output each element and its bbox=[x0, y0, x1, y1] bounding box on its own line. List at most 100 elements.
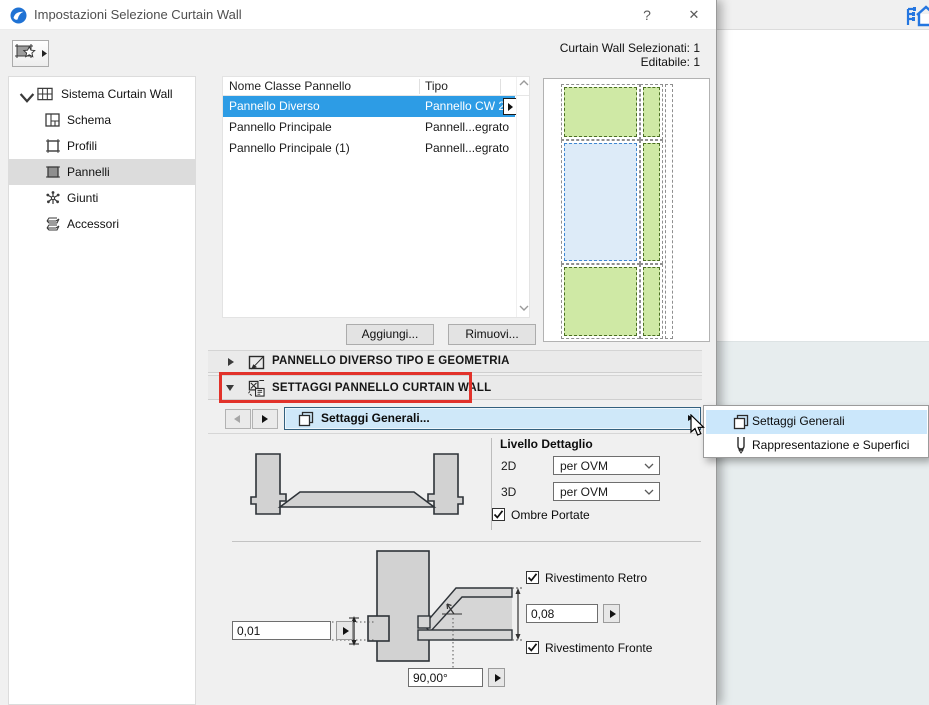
favorites-button[interactable] bbox=[12, 40, 49, 67]
sidebar-item-accessori[interactable]: Accessori bbox=[9, 211, 195, 237]
front-coating-label: Rivestimento Fronte bbox=[545, 641, 652, 655]
cell-name: Pannello Principale (1) bbox=[229, 138, 350, 159]
panel-class-table: Nome Classe Pannello Tipo Pannello Diver… bbox=[222, 76, 530, 318]
shadows-label: Ombre Portate bbox=[511, 508, 590, 522]
preview-frame-edge bbox=[665, 84, 673, 339]
sidebar-item-giunti[interactable]: Giunti bbox=[9, 185, 195, 211]
sidebar-item-pannelli[interactable]: Pannelli bbox=[9, 159, 195, 185]
panel-page-icon bbox=[733, 414, 749, 430]
add-button[interactable]: Aggiungi... bbox=[346, 324, 434, 345]
divider bbox=[232, 541, 701, 542]
detail-2d-dropdown[interactable]: per OVM bbox=[553, 456, 660, 475]
scroll-up-icon[interactable] bbox=[519, 80, 529, 86]
sidebar-tree: Sistema Curtain Wall Schema Profili bbox=[8, 76, 196, 705]
screen: Impostazioni Selezione Curtain Wall ? ✕ … bbox=[0, 0, 929, 705]
table-scrollbar[interactable] bbox=[516, 77, 530, 317]
status-editable: Editabile: 1 bbox=[400, 55, 700, 69]
check-icon bbox=[493, 509, 504, 520]
settings-page-selector[interactable]: Settaggi Generali... bbox=[284, 407, 701, 430]
preview-panel-green bbox=[643, 143, 660, 261]
mouse-cursor bbox=[688, 414, 705, 439]
remove-button[interactable]: Rimuovi... bbox=[448, 324, 536, 345]
curtain-wall-system-icon bbox=[37, 86, 53, 102]
label-3d: 3D bbox=[501, 485, 516, 499]
angle-flyout-button[interactable] bbox=[488, 668, 505, 687]
edge-offset-input[interactable] bbox=[232, 621, 331, 640]
label-2d: 2D bbox=[501, 459, 516, 473]
dialog-titlebar[interactable]: Impostazioni Selezione Curtain Wall ? ✕ bbox=[0, 0, 716, 30]
column-divider[interactable] bbox=[500, 79, 501, 94]
menu-item-label: Rappresentazione e Superfici bbox=[752, 438, 909, 452]
front-coating-checkbox[interactable] bbox=[526, 641, 539, 654]
schema-icon bbox=[45, 112, 61, 128]
detail-level-title: Livello Dettaglio bbox=[500, 437, 593, 451]
sidebar-item-sistema-curtain-wall[interactable]: Sistema Curtain Wall bbox=[9, 81, 195, 107]
surface-pen-icon bbox=[735, 436, 747, 454]
angle-input[interactable] bbox=[408, 668, 483, 687]
dialog-title: Impostazioni Selezione Curtain Wall bbox=[34, 0, 242, 30]
divider bbox=[208, 433, 702, 434]
panel-page-icon bbox=[298, 411, 314, 427]
preview-panel-green bbox=[564, 267, 637, 336]
row-flyout-button[interactable] bbox=[503, 98, 517, 115]
back-coating-label: Rivestimento Retro bbox=[545, 571, 647, 585]
giunti-icon bbox=[45, 190, 61, 206]
detail-3d-dropdown[interactable]: per OVM bbox=[553, 482, 660, 501]
panel-joint-diagram bbox=[330, 548, 530, 680]
column-header-name[interactable]: Nome Classe Pannello bbox=[229, 79, 351, 93]
profili-icon bbox=[45, 138, 61, 154]
coating-thickness-flyout-button[interactable] bbox=[603, 604, 620, 623]
chevron-down-icon bbox=[644, 489, 654, 495]
coating-thickness-input[interactable] bbox=[526, 604, 598, 623]
preview-panel-green bbox=[643, 87, 660, 137]
background-toolbar bbox=[716, 0, 929, 30]
close-button[interactable]: ✕ bbox=[677, 0, 711, 30]
table-row[interactable]: Pannello Principale Pannell...egrato bbox=[223, 117, 515, 138]
app-logo-icon bbox=[10, 7, 27, 24]
panel-section-diagram bbox=[232, 444, 482, 532]
table-row[interactable]: Pannello Principale (1) Pannell...egrato bbox=[223, 138, 515, 159]
menu-item-rappresentazione[interactable]: Rappresentazione e Superfici bbox=[706, 434, 927, 456]
help-button[interactable]: ? bbox=[630, 0, 664, 30]
scroll-down-icon[interactable] bbox=[519, 305, 529, 311]
section-label: PANNELLO DIVERSO TIPO E GEOMETRIA bbox=[272, 355, 510, 367]
geometry-section-icon bbox=[248, 354, 265, 371]
menu-item-settaggi-generali[interactable]: Settaggi Generali bbox=[706, 410, 927, 434]
background-canvas-lower bbox=[716, 341, 929, 705]
dropdown-value: per OVM bbox=[560, 485, 608, 499]
status-selected: Curtain Wall Selezionati: 1 bbox=[400, 41, 700, 55]
preview-panel-green bbox=[564, 87, 637, 137]
column-header-type[interactable]: Tipo bbox=[425, 79, 448, 93]
nav-back-button[interactable] bbox=[225, 409, 251, 429]
back-coating-checkbox[interactable] bbox=[526, 571, 539, 584]
check-icon bbox=[527, 642, 538, 653]
pannelli-icon bbox=[45, 164, 61, 180]
sidebar-item-schema[interactable]: Schema bbox=[9, 107, 195, 133]
settings-context-menu: Settaggi Generali Rappresentazione e Sup… bbox=[703, 405, 929, 458]
nav-forward-button[interactable] bbox=[252, 409, 278, 429]
check-icon bbox=[527, 572, 538, 583]
highlight-box bbox=[219, 372, 472, 403]
menu-item-label: Settaggi Generali bbox=[752, 414, 845, 428]
curtain-wall-settings-dialog: Impostazioni Selezione Curtain Wall ? ✕ … bbox=[0, 0, 717, 705]
table-header[interactable]: Nome Classe Pannello Tipo bbox=[223, 77, 529, 96]
cell-type: Pannell...egrato bbox=[425, 138, 509, 159]
curtain-wall-preview[interactable] bbox=[543, 78, 710, 342]
dropdown-value: per OVM bbox=[560, 459, 608, 473]
sidebar-item-profili[interactable]: Profili bbox=[9, 133, 195, 159]
chevron-down-icon[interactable] bbox=[19, 90, 35, 106]
table-row[interactable]: Pannello Diverso Pannello CW 24 bbox=[223, 96, 515, 117]
shadows-checkbox[interactable] bbox=[492, 508, 505, 521]
cell-type: Pannell...egrato bbox=[425, 117, 509, 138]
section-geometry[interactable]: PANNELLO DIVERSO TIPO E GEOMETRIA bbox=[208, 350, 702, 373]
edge-offset-flyout-button[interactable] bbox=[336, 621, 353, 640]
cell-name: Pannello Principale bbox=[229, 117, 332, 138]
background-canvas-upper bbox=[716, 31, 929, 341]
home-icon[interactable] bbox=[905, 3, 929, 27]
column-divider[interactable] bbox=[419, 79, 420, 94]
preview-panel-selected bbox=[564, 143, 637, 261]
expander-closed-icon[interactable] bbox=[228, 358, 234, 366]
chevron-down-icon bbox=[644, 463, 654, 469]
accessori-icon bbox=[45, 216, 61, 232]
favorites-icon bbox=[13, 41, 48, 66]
